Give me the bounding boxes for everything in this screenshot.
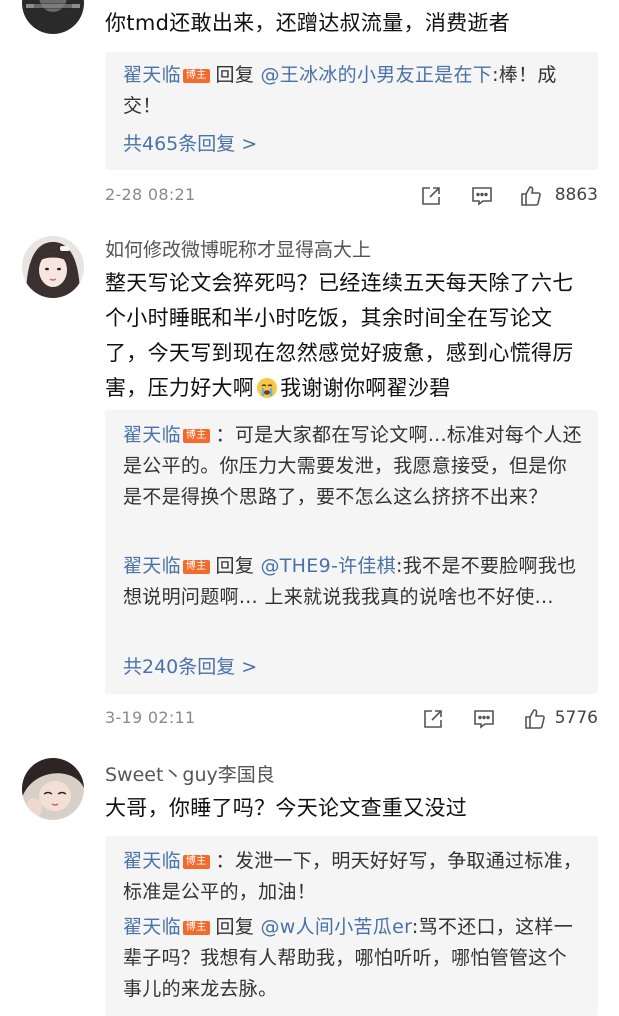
- reply-word: 回复: [215, 555, 255, 577]
- reply-box[interactable]: 翟天临 博主 ：发泄一下，明天好好写，争取通过标准，标准是公平的，加油！ 翟天临 博主…: [105, 836, 598, 1016]
- comment-meta: 3-19 02:11 5776: [105, 705, 598, 735]
- reply: 翟天临 博主 ：可是大家都在写论文啊...标准对每个人还是公平的。你压力大需要发泄，…: [123, 420, 585, 513]
- share-icon[interactable]: [419, 184, 443, 208]
- username[interactable]: Sweet丶guy李国良: [105, 762, 275, 788]
- share-icon[interactable]: [421, 707, 445, 731]
- mention-link[interactable]: @w人间小苦瓜er: [260, 916, 411, 938]
- timestamp: 3-19 02:11: [105, 708, 196, 727]
- avatar[interactable]: [22, 758, 84, 820]
- comment-icon[interactable]: [472, 707, 496, 731]
- reply-word: 回复: [215, 916, 255, 938]
- mention-link[interactable]: @THE9-许佳棋: [260, 555, 396, 577]
- blogger-badge: 博主: [182, 921, 210, 935]
- username[interactable]: 如何修改微博昵称才显得高大上: [105, 237, 371, 263]
- blogger-badge: 博主: [182, 69, 210, 83]
- timestamp: 2-28 08:21: [105, 185, 196, 204]
- reply: 翟天临 博主 回复 @王冰冰的小男友正是在下:棒！成交！: [123, 60, 585, 122]
- thumbs-up-icon[interactable]: [523, 707, 547, 731]
- comment-text-part: 我谢谢你啊翟沙碧: [280, 376, 451, 400]
- reply-box[interactable]: 翟天临 博主 ：可是大家都在写论文啊...标准对每个人还是公平的。你压力大需要发泄，…: [105, 410, 598, 694]
- avatar[interactable]: [22, 236, 84, 298]
- comment-meta: 2-28 08:21 8863: [105, 182, 598, 212]
- reply: 翟天临 博主 ：发泄一下，明天好好写，争取通过标准，标准是公平的，加油！: [123, 846, 585, 908]
- thumbs-up-icon[interactable]: [519, 184, 543, 208]
- crying-face-emoji-icon: [256, 375, 278, 398]
- like-count: 5776: [554, 708, 598, 728]
- comment-text: 你tmd还敢出来，还蹭达叔流量，消费逝者: [105, 11, 511, 35]
- reply-word: 回复: [215, 64, 255, 86]
- reply: 翟天临 博主 回复 @THE9-许佳棋:我不是不要脸啊我也想说明问题啊… 上来就说我…: [123, 551, 585, 613]
- comment-feed: { "comments": [ { "text": "你tmd还敢出来，还蹭达叔…: [0, 0, 619, 1016]
- avatar[interactable]: [22, 0, 84, 34]
- comment-text: 整天写论文会猝死吗？已经连续五天每天除了六七个小时睡眠和半小时吃饭，其余时间全在…: [105, 266, 593, 406]
- reply-author[interactable]: 翟天临: [123, 850, 181, 872]
- blogger-badge: 博主: [182, 560, 210, 574]
- more-replies-link[interactable]: 共240条回复 >: [123, 654, 257, 680]
- comment-icon[interactable]: [470, 184, 494, 208]
- reply-author[interactable]: 翟天临: [123, 916, 181, 938]
- reply-author[interactable]: 翟天临: [123, 64, 181, 86]
- reply: 翟天临 博主 回复 @w人间小苦瓜er:骂不还口，这样一辈子吗？我想有人帮助我，哪怕…: [123, 912, 585, 1005]
- like-count: 8863: [554, 185, 598, 205]
- more-replies-link[interactable]: 共465条回复 >: [123, 131, 257, 157]
- reply-author[interactable]: 翟天临: [123, 555, 181, 577]
- reply-author[interactable]: 翟天临: [123, 424, 181, 446]
- comment-text: 大哥，你睡了吗？今天论文查重又没过: [105, 796, 468, 820]
- blogger-badge: 博主: [182, 855, 210, 869]
- reply-box[interactable]: 翟天临 博主 回复 @王冰冰的小男友正是在下:棒！成交！ 共465条回复 >: [105, 52, 598, 170]
- mention-link[interactable]: @王冰冰的小男友正是在下: [260, 64, 492, 86]
- blogger-badge: 博主: [182, 429, 210, 443]
